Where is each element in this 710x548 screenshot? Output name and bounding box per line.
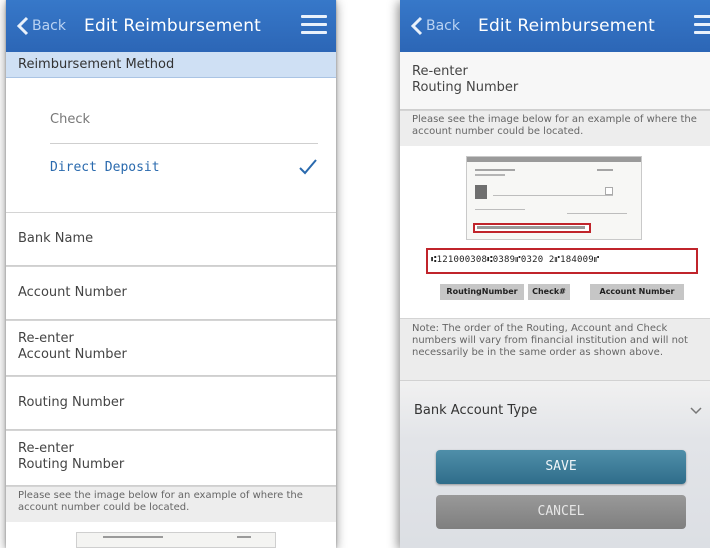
reenter-routing-number-field[interactable]: Re-enter Routing Number [6, 430, 336, 486]
back-chevron-icon [16, 16, 29, 36]
bank-account-type-label: Bank Account Type [414, 403, 538, 418]
nav-bar: Back Edit Reimbursement [6, 0, 336, 52]
back-label: Back [426, 18, 460, 34]
chevron-down-icon [690, 407, 702, 415]
hamburger-menu-icon[interactable] [694, 15, 710, 35]
method-option-label: Check [50, 112, 90, 127]
field-label-line1: Re-enter [18, 441, 74, 456]
field-label-line2: Account Number [18, 347, 127, 362]
method-option-check[interactable]: Check [50, 96, 318, 144]
action-buttons: SAVE CANCEL [400, 440, 710, 548]
save-button[interactable]: SAVE [436, 450, 686, 484]
account-number-field[interactable]: Account Number [6, 266, 336, 320]
field-label-line1: Re-enter [412, 64, 468, 79]
field-label-line1: Re-enter [18, 331, 74, 346]
check-image-preview [6, 522, 336, 548]
bank-account-type-select[interactable]: Bank Account Type [400, 380, 710, 440]
check-card [76, 532, 276, 548]
phone-screen-right: Back Edit Reimbursement Re-enter Routing… [400, 0, 710, 548]
account-number-label: Account Number [590, 284, 684, 300]
check-number-label: Check# [528, 284, 570, 300]
back-button[interactable]: Back [408, 16, 460, 36]
phone-screen-left: Back Edit Reimbursement Reimbursement Me… [6, 0, 336, 548]
cancel-button[interactable]: CANCEL [436, 495, 686, 529]
reimbursement-method-panel: Check Direct Deposit [6, 78, 336, 212]
section-header: Reimbursement Method [6, 52, 336, 78]
method-option-label: Direct Deposit [50, 160, 160, 175]
field-label-line2: Routing Number [18, 457, 125, 472]
check-example-image: ⑆121000308⑆0389⑈0320 2⑈184009⑈ RoutingNu… [400, 146, 710, 318]
hamburger-menu-icon[interactable] [301, 15, 327, 35]
micr-line-magnified: ⑆121000308⑆0389⑈0320 2⑈184009⑈ [426, 248, 698, 274]
field-label-line2: Routing Number [412, 80, 519, 95]
routing-number-field[interactable]: Routing Number [6, 376, 336, 430]
back-button[interactable]: Back [14, 16, 66, 36]
page-title: Edit Reimbursement [84, 16, 262, 36]
method-option-direct-deposit[interactable]: Direct Deposit [50, 144, 318, 192]
back-chevron-icon [410, 16, 423, 36]
account-location-hint: Please see the image below for an exampl… [400, 110, 710, 146]
check-card [466, 156, 642, 240]
reenter-account-number-field[interactable]: Re-enter Account Number [6, 320, 336, 376]
field-label: Account Number [18, 285, 127, 300]
field-label: Routing Number [18, 395, 125, 410]
routing-number-label: RoutingNumber [440, 284, 524, 300]
bank-name-field[interactable]: Bank Name [6, 212, 336, 266]
checkmark-icon [299, 159, 317, 175]
number-order-note: Note: The order of the Routing, Account … [400, 318, 710, 380]
back-label: Back [32, 18, 66, 34]
account-location-hint: Please see the image below for an exampl… [6, 486, 336, 522]
field-label: Bank Name [18, 231, 94, 246]
page-title: Edit Reimbursement [478, 16, 656, 36]
nav-bar: Back Edit Reimbursement [400, 0, 710, 52]
reenter-routing-number-field[interactable]: Re-enter Routing Number [400, 52, 710, 110]
